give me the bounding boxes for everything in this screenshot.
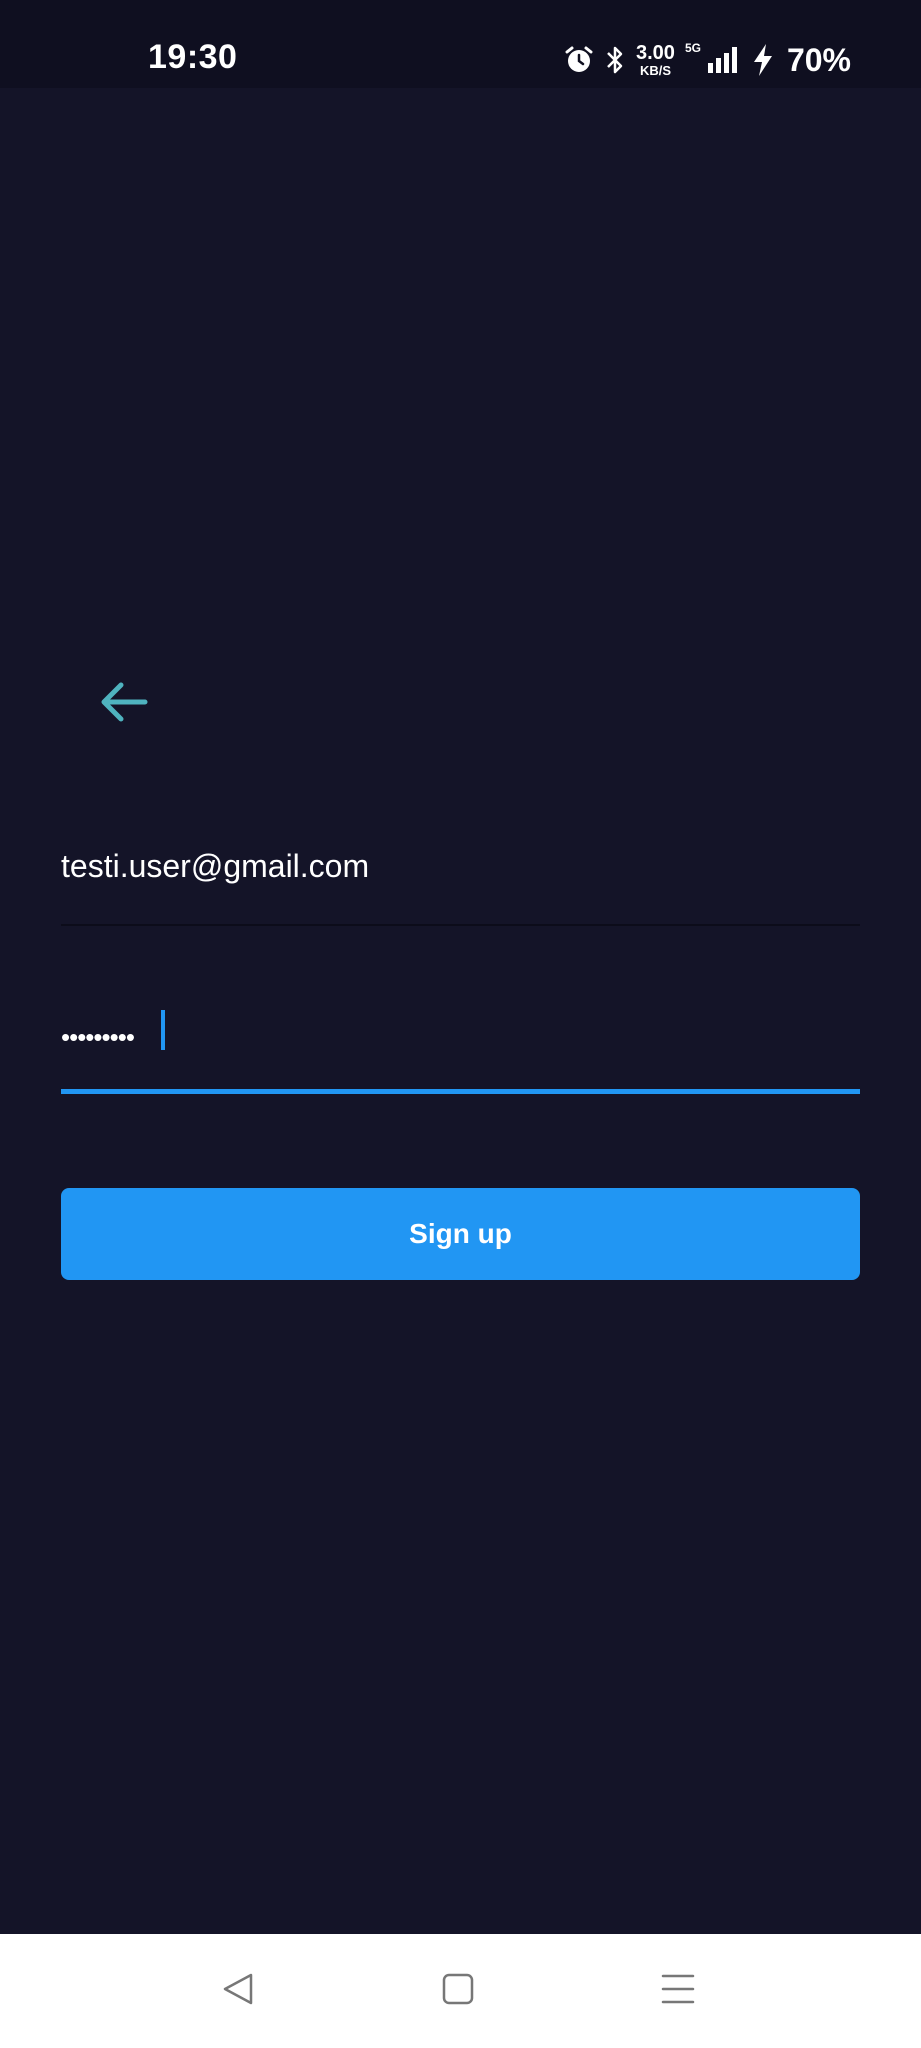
- nav-home-icon: [441, 1972, 475, 2011]
- net-speed: 3.00 KB/S: [636, 43, 675, 77]
- password-value: •••••••••: [61, 1022, 135, 1052]
- signup-button[interactable]: Sign up: [61, 1188, 860, 1280]
- status-bar: 19:30 3.00 KB/S 5G 70%: [0, 0, 921, 88]
- status-icons: 3.00 KB/S 5G 70%: [564, 38, 851, 82]
- charging-icon: [751, 43, 775, 77]
- nav-recents-icon: [660, 1972, 696, 2011]
- password-field[interactable]: •••••••••: [61, 990, 860, 1094]
- alarm-icon: [564, 45, 594, 75]
- text-caret: [161, 1010, 165, 1050]
- network-gen-label: 5G: [684, 41, 701, 55]
- net-speed-value: 3.00: [636, 42, 675, 64]
- nav-back-icon: [220, 1971, 256, 2012]
- email-field[interactable]: testi.user@gmail.com: [61, 830, 860, 928]
- email-underline: [61, 924, 860, 926]
- nav-recents-button[interactable]: [648, 1964, 708, 2018]
- password-underline-focused: [61, 1089, 860, 1094]
- status-time: 19:30: [148, 38, 238, 76]
- nav-home-button[interactable]: [428, 1964, 488, 2018]
- signup-screen: 19:30 3.00 KB/S 5G 70% testi.user@gmail.…: [0, 0, 921, 2048]
- arrow-left-icon: [99, 680, 149, 729]
- signup-button-label: Sign up: [409, 1218, 512, 1249]
- bluetooth-icon: [604, 44, 626, 76]
- battery-percent: 70%: [786, 41, 851, 78]
- system-nav-bar: [0, 1934, 921, 2048]
- email-value: testi.user@gmail.com: [61, 848, 370, 884]
- back-button[interactable]: [92, 672, 156, 736]
- nav-back-button[interactable]: [208, 1964, 268, 2018]
- signal-icon: [707, 45, 741, 75]
- net-speed-unit: KB/S: [639, 63, 671, 78]
